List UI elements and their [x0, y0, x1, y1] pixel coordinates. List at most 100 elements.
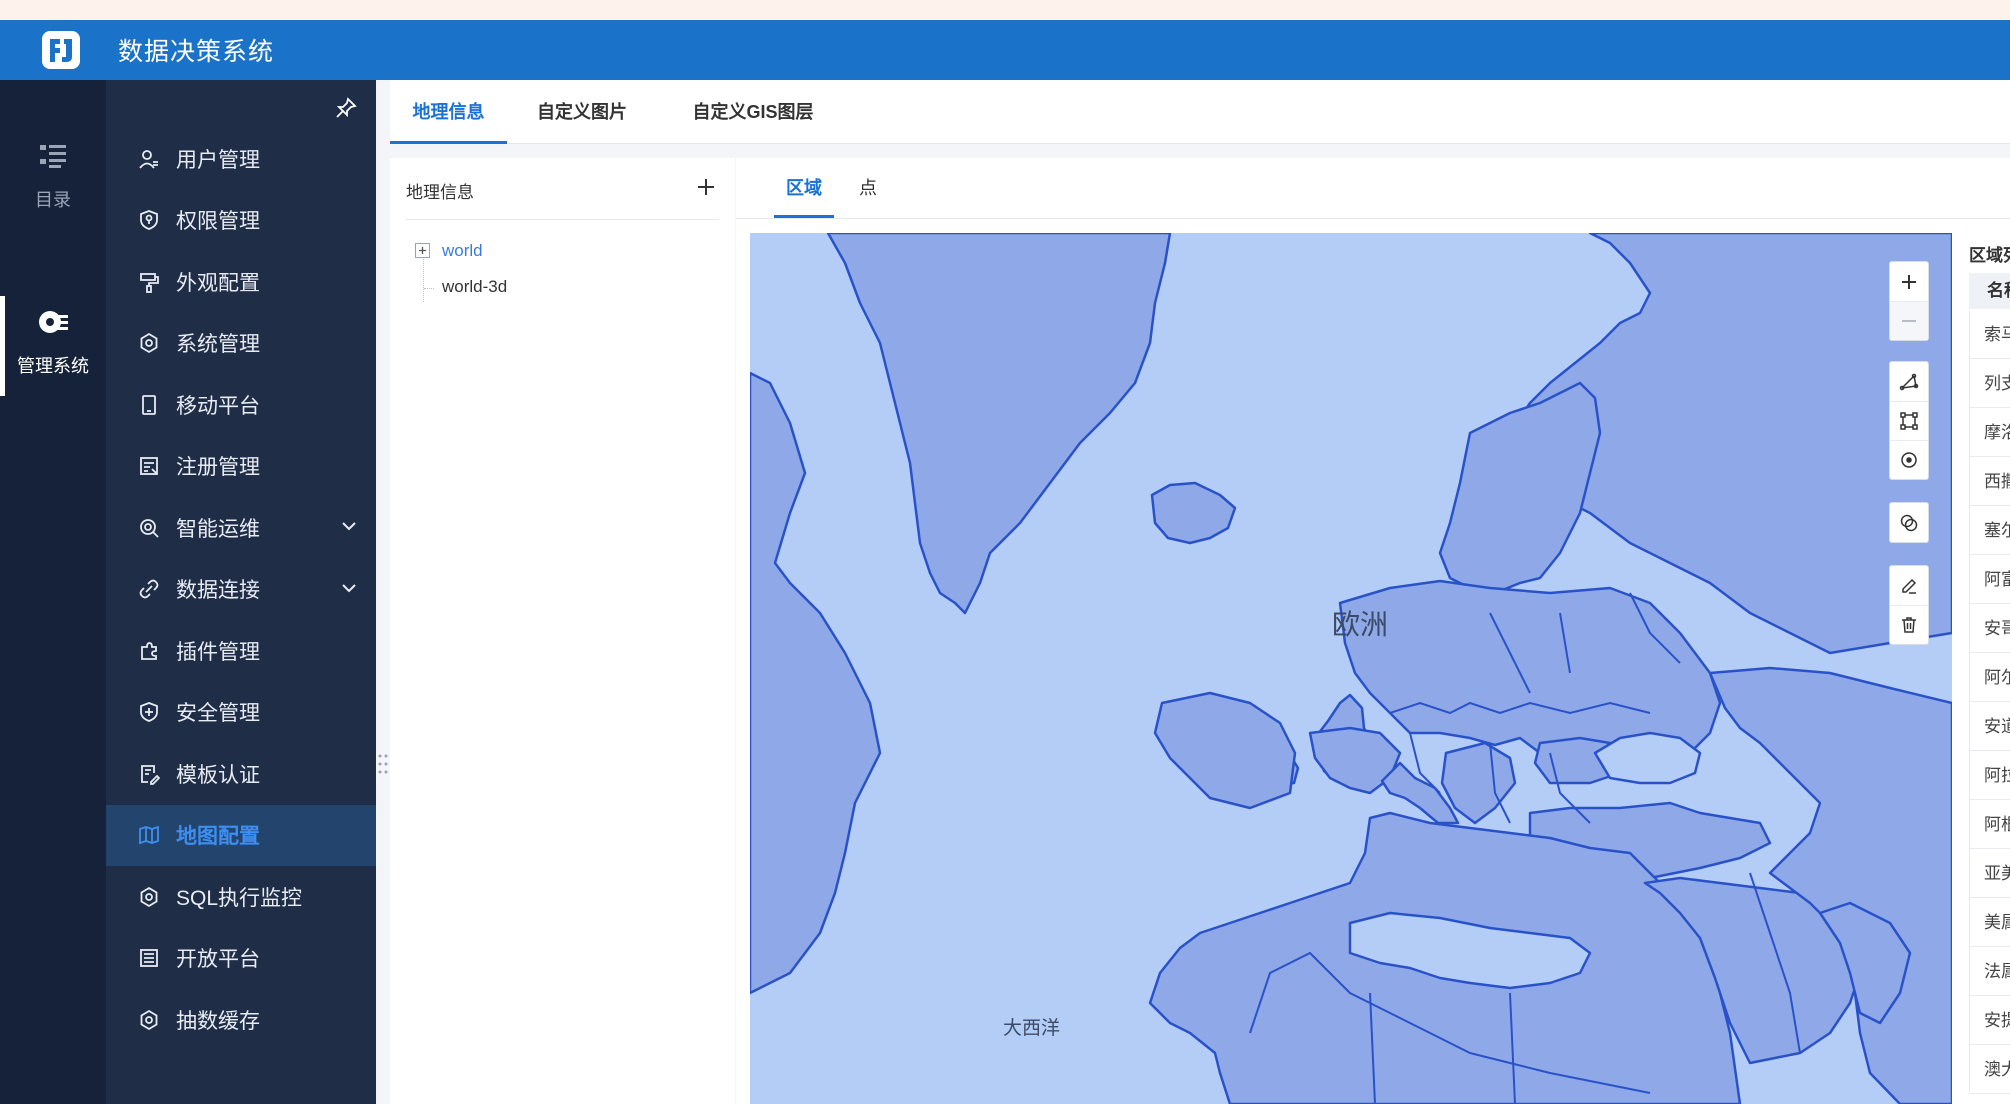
pin-icon[interactable] — [332, 94, 360, 122]
table-row[interactable]: 阿拉伯联合酋长国 — [1969, 751, 2010, 800]
sidebar-item-label: 插件管理 — [176, 640, 260, 664]
sidebar-item-open-platform[interactable]: 开放平台 — [106, 928, 376, 990]
sidebar-item-security-management[interactable]: 安全管理 — [106, 682, 376, 744]
edit-icon[interactable] — [1890, 566, 1928, 605]
sidebar-item-permission-management[interactable]: 权限管理 — [106, 190, 376, 252]
map-label-atlantic: 大西洋 — [1003, 1018, 1061, 1039]
draw-tools — [1889, 361, 1929, 480]
region-column-header: 名称 — [1969, 273, 2010, 309]
draw-rectangle-icon[interactable] — [1890, 401, 1928, 440]
table-row[interactable]: 美属萨摩亚 — [1969, 898, 2010, 947]
sidebar-item-sql-monitor[interactable]: SQL执行监控 — [106, 866, 376, 928]
tab-custom-gis-layer[interactable]: 自定义GIS图层 — [658, 80, 848, 144]
table-row[interactable]: 西撒哈拉 — [1969, 457, 2010, 506]
table-row[interactable]: 索马里 — [1969, 310, 2010, 359]
app-logo — [40, 29, 82, 71]
table-row[interactable]: 安提瓜和巴布达 — [1969, 996, 2010, 1045]
table-row[interactable]: 列支敦士登 — [1969, 359, 2010, 408]
table-row[interactable]: 澳大利亚 — [1969, 1045, 2010, 1094]
sidebar-item-label: 用户管理 — [176, 148, 260, 172]
sidebar-item-label: 权限管理 — [176, 210, 260, 234]
template-icon — [136, 761, 162, 787]
divider — [736, 218, 2010, 219]
app-title: 数据决策系统 — [118, 38, 275, 66]
register-icon — [136, 453, 162, 479]
manage-system-icon — [36, 302, 70, 342]
sidebar-item-label: 地图配置 — [176, 825, 260, 849]
sidebar-item-label: 开放平台 — [176, 948, 260, 972]
top-tabs: 地理信息 自定义图片 自定义GIS图层 — [390, 80, 2010, 144]
tree-expand-icon[interactable] — [415, 243, 430, 258]
zoom-out-button[interactable] — [1890, 301, 1928, 340]
gear-icon — [136, 884, 162, 910]
sidebar: 用户管理 权限管理 外观配置 系统管理 移动平台 注册管理 智能运维 数据连接 … — [106, 80, 376, 1104]
sidebar-item-label: 注册管理 — [176, 456, 260, 480]
panel-resize-handle[interactable] — [376, 752, 390, 776]
user-icon — [136, 146, 162, 172]
map-canvas[interactable]: 欧洲 大西洋 — [750, 233, 1952, 1104]
subtab-point[interactable]: 点 — [853, 158, 883, 218]
sidebar-item-registration[interactable]: 注册管理 — [106, 436, 376, 498]
rail-item-catalog[interactable]: 目录 — [0, 136, 106, 212]
sidebar-item-template-auth[interactable]: 模板认证 — [106, 743, 376, 805]
sidebar-item-mobile-platform[interactable]: 移动平台 — [106, 374, 376, 436]
browser-top-strip — [0, 0, 2010, 20]
zoom-in-button[interactable] — [1890, 262, 1928, 301]
region-list-panel: 区域列表 名称 索马里 列支敦士登 摩洛哥 西撒哈拉 塞尔维亚 阿富汗 安哥拉 … — [1955, 233, 2010, 1104]
tree-node-world[interactable]: world — [442, 241, 483, 261]
tree-guide-line — [424, 288, 434, 289]
sidebar-menu: 用户管理 权限管理 外观配置 系统管理 移动平台 注册管理 智能运维 数据连接 … — [106, 128, 376, 1051]
table-row[interactable]: 阿富汗 — [1969, 555, 2010, 604]
delete-icon[interactable] — [1890, 605, 1928, 644]
chevron-down-icon[interactable] — [340, 517, 358, 541]
table-row[interactable]: 塞尔维亚 — [1969, 506, 2010, 555]
left-rail: 目录 管理系统 — [0, 80, 106, 1104]
sidebar-item-appearance[interactable]: 外观配置 — [106, 251, 376, 313]
sidebar-item-user-management[interactable]: 用户管理 — [106, 128, 376, 190]
ops-icon — [136, 515, 162, 541]
map-icon — [136, 822, 162, 848]
table-row[interactable]: 阿根廷 — [1969, 800, 2010, 849]
add-icon[interactable] — [693, 174, 719, 200]
paint-roller-icon — [136, 269, 162, 295]
sidebar-item-smart-ops[interactable]: 智能运维 — [106, 497, 376, 559]
shield-plus-icon — [136, 699, 162, 725]
sidebar-item-label: 安全管理 — [176, 702, 260, 726]
table-row[interactable]: 亚美尼亚 — [1969, 849, 2010, 898]
edit-tools — [1889, 565, 1929, 645]
sidebar-item-plugin-management[interactable]: 插件管理 — [106, 620, 376, 682]
catalog-icon — [38, 136, 68, 176]
rail-label-catalog: 目录 — [35, 190, 71, 210]
tree-node-world-3d[interactable]: world-3d — [442, 277, 507, 297]
sidebar-item-map-config[interactable]: 地图配置 — [106, 804, 376, 866]
geo-panel-title: 地理信息 — [406, 183, 474, 202]
sidebar-item-system-management[interactable]: 系统管理 — [106, 313, 376, 375]
list-icon — [136, 945, 162, 971]
link-icon — [136, 576, 162, 602]
merge-tools — [1889, 502, 1929, 543]
map-geometry — [750, 233, 1952, 1104]
tab-geo-info[interactable]: 地理信息 — [390, 80, 507, 144]
gear-icon — [136, 330, 162, 356]
sidebar-item-data-connection[interactable]: 数据连接 — [106, 559, 376, 621]
sidebar-item-label: 系统管理 — [176, 333, 260, 357]
tab-custom-image[interactable]: 自定义图片 — [512, 80, 652, 144]
rail-item-manage-system[interactable]: 管理系统 — [0, 296, 106, 396]
tree-guide-line — [423, 252, 424, 302]
table-row[interactable]: 法属南部领地 — [1969, 947, 2010, 996]
table-row[interactable]: 安道尔 — [1969, 702, 2010, 751]
table-row[interactable]: 摩洛哥 — [1969, 408, 2010, 457]
sidebar-item-label: 智能运维 — [176, 517, 260, 541]
chevron-down-icon[interactable] — [340, 579, 358, 603]
sidebar-item-extract-cache[interactable]: 抽数缓存 — [106, 989, 376, 1051]
map-label-europe: 欧洲 — [1332, 609, 1389, 640]
draw-polygon-icon[interactable] — [1890, 362, 1928, 401]
mobile-icon — [136, 392, 162, 418]
subtab-region[interactable]: 区域 — [774, 158, 834, 218]
merge-regions-icon[interactable] — [1890, 503, 1928, 542]
table-row[interactable]: 阿尔巴尼亚 — [1969, 653, 2010, 702]
draw-circle-icon[interactable] — [1890, 440, 1928, 479]
sidebar-item-label: 抽数缓存 — [176, 1009, 260, 1033]
sidebar-item-label: 外观配置 — [176, 271, 260, 295]
table-row[interactable]: 安哥拉 — [1969, 604, 2010, 653]
